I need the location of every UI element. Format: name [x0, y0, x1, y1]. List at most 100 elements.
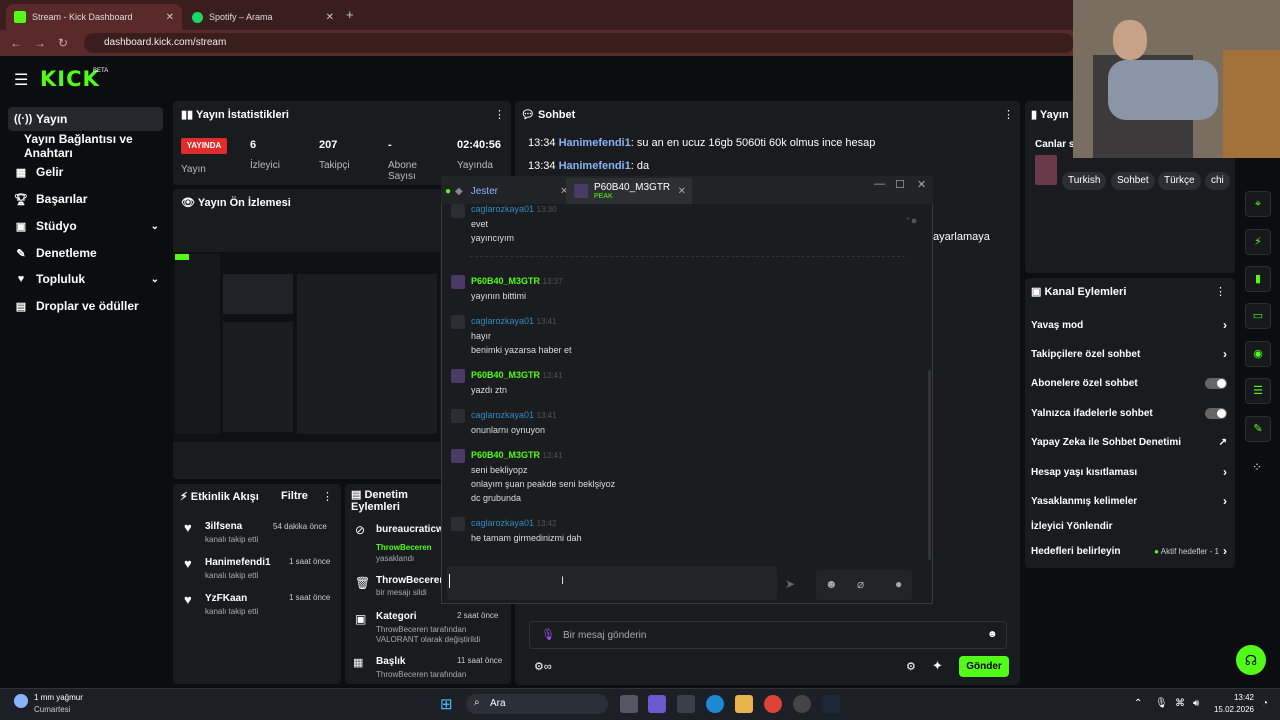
weather-icon[interactable]: [14, 694, 28, 708]
browser-tab-kick[interactable]: Stream - Kick Dashboard ✕: [6, 4, 182, 30]
dock-broadcast-icon[interactable]: ◉: [1245, 341, 1271, 367]
tag-pill[interactable]: chi: [1205, 172, 1230, 190]
mic-icon[interactable]: ●: [895, 577, 902, 591]
mod-item-name[interactable]: ThrowBeceren: [376, 575, 445, 586]
action-goals[interactable]: Hedefleri belirleyin ● Aktif hedefler - 1…: [1031, 543, 1227, 559]
action-banned-words[interactable]: Yasaklanmış kelimeler ›: [1031, 493, 1227, 509]
reload-icon[interactable]: ↻: [58, 36, 68, 50]
action-account-age[interactable]: Hesap yaşı kısıtlaması ›: [1031, 464, 1227, 480]
activity-user[interactable]: YzFKaan: [205, 593, 247, 604]
action-raid[interactable]: İzleyici Yönlendir: [1031, 518, 1227, 534]
emoji-icon[interactable]: ☻: [987, 629, 998, 640]
weather-text[interactable]: 1 mm yağmur: [34, 693, 83, 702]
back-icon[interactable]: ←: [10, 36, 22, 50]
stream-preview-image[interactable]: [173, 252, 440, 442]
nav-yayin[interactable]: ((·)) Yayın: [8, 107, 163, 131]
menu-icon[interactable]: ☰: [14, 70, 28, 90]
mod-item-actor[interactable]: ThrowBeceren: [376, 543, 432, 552]
tag-pill[interactable]: Turkish: [1062, 172, 1107, 190]
more-options-icon[interactable]: ⋮: [494, 108, 505, 121]
activity-user[interactable]: 3ilfsena: [205, 521, 242, 532]
url-field[interactable]: dashboard.kick.com/stream: [84, 33, 1074, 53]
maximize-icon[interactable]: ☐: [895, 178, 905, 191]
toggle-switch[interactable]: [1205, 377, 1227, 389]
notification-icon[interactable]: ◔: [1262, 698, 1268, 709]
dock-icon-3[interactable]: ▮: [1245, 266, 1271, 292]
action-slow-mode[interactable]: Yavaş mod ›: [1031, 317, 1227, 333]
support-button[interactable]: ☊: [1236, 645, 1266, 675]
nav-basarilar[interactable]: 🏆︎ Başarılar: [8, 187, 163, 211]
dock-chat-icon[interactable]: ▭: [1245, 303, 1271, 329]
activity-user[interactable]: Hanimefendi1: [205, 557, 271, 568]
new-tab-icon[interactable]: +: [346, 7, 354, 22]
nav-topluluk[interactable]: ♥ Topluluk ⌄: [8, 267, 163, 291]
popup-msg-user[interactable]: caglarozkaya01 13:41: [471, 316, 557, 326]
emoji-icon[interactable]: ☻: [825, 577, 838, 591]
popup-msg-user[interactable]: P60B40_M3GTR 13:41: [471, 370, 563, 380]
tray-volume-icon[interactable]: 🔊︎: [1193, 698, 1199, 709]
mic-icon[interactable]: 🎙︎: [541, 628, 555, 641]
explorer-icon[interactable]: [735, 695, 753, 713]
more-options-icon[interactable]: ⋮: [1215, 285, 1226, 298]
more-options-icon[interactable]: ⋮: [1003, 108, 1014, 121]
filter-button[interactable]: Filtre: [281, 490, 308, 502]
toggle-switch[interactable]: [1205, 407, 1227, 419]
edge-icon[interactable]: [706, 695, 724, 713]
close-tab-icon[interactable]: ✕: [166, 12, 174, 23]
close-tab-icon[interactable]: ✕: [678, 186, 686, 197]
bot-icon[interactable]: ✦: [932, 658, 943, 674]
popup-scrollbar[interactable]: [928, 370, 931, 560]
forward-icon[interactable]: →: [34, 36, 46, 50]
popup-msg-user[interactable]: P60B40_M3GTR 13:41: [471, 450, 563, 460]
nav-stream-key[interactable]: Yayın Bağlantısı ve Anahtarı: [18, 132, 178, 160]
close-window-icon[interactable]: ✕: [917, 178, 926, 191]
dock-add-icon[interactable]: ⁘: [1252, 460, 1262, 474]
kick-logo[interactable]: KICK: [40, 67, 100, 91]
minimize-icon[interactable]: —: [874, 178, 885, 190]
nav-denetleme[interactable]: ✎ Denetleme: [8, 241, 163, 265]
nav-studyo[interactable]: ▣ Stüdyo ⌄: [8, 214, 163, 238]
popup-tab-jester[interactable]: ● ◆ Jester ✕: [445, 178, 568, 204]
send-button[interactable]: Gönder: [959, 656, 1009, 677]
action-emote-only[interactable]: Yalnızca ifadelerle sohbet: [1031, 405, 1227, 421]
app-icon[interactable]: [793, 695, 811, 713]
popup-msg-user[interactable]: caglarozkaya01 13:42: [471, 518, 557, 528]
chat-settings-icon[interactable]: ⚙︎∞: [534, 660, 552, 673]
taskbar-search[interactable]: Ara: [466, 694, 608, 714]
action-subscribers-only[interactable]: Abonelere özel sohbet: [1031, 375, 1227, 391]
action-ai-moderation[interactable]: Yapay Zeka ile Sohbet Denetimi ↗: [1031, 434, 1227, 450]
taskview-icon[interactable]: [620, 695, 638, 713]
tray-chevron-icon[interactable]: ⌃: [1134, 698, 1142, 709]
add-friend-icon[interactable]: ⁺●: [905, 214, 917, 227]
tag-pill[interactable]: Türkçe: [1158, 172, 1201, 190]
copilot-icon[interactable]: [648, 695, 666, 713]
windows-start-icon[interactable]: ⊞: [440, 695, 453, 713]
browser-tab-spotify[interactable]: Spotify – Arama ✕: [184, 4, 342, 30]
tray-network-icon[interactable]: ⌘: [1175, 698, 1185, 709]
popup-msg-user[interactable]: caglarozkaya01 13:41: [471, 410, 557, 420]
close-tab-icon[interactable]: ✕: [326, 12, 334, 23]
popup-msg-user[interactable]: caglarozkaya01 13:30: [471, 204, 557, 214]
gear-icon[interactable]: ⚙︎: [906, 660, 916, 673]
tag-pill[interactable]: Sohbet: [1111, 172, 1155, 190]
attach-icon[interactable]: ⌀: [857, 577, 864, 591]
nav-gelir[interactable]: ▦ Gelir: [8, 160, 163, 184]
send-arrow-icon[interactable]: ➤: [785, 577, 795, 591]
chat-user[interactable]: Hanimefendi1: [559, 137, 631, 149]
more-options-icon[interactable]: ⋮: [322, 490, 333, 503]
popup-message-input[interactable]: [447, 566, 777, 600]
dock-icon-2[interactable]: ⚡︎: [1245, 229, 1271, 255]
chrome-icon[interactable]: [764, 695, 782, 713]
action-followers-only[interactable]: Takipçilere özel sohbet ›: [1031, 346, 1227, 362]
store-icon[interactable]: [677, 695, 695, 713]
chat-user[interactable]: Hanimefendi1: [559, 160, 631, 172]
dock-wrench-icon[interactable]: ✎: [1245, 416, 1271, 442]
clock-time[interactable]: 13:42: [1212, 693, 1254, 702]
tray-mic-icon[interactable]: 🎙︎: [1155, 698, 1168, 709]
popup-msg-user[interactable]: P60B40_M3GTR 13:37: [471, 276, 563, 286]
popup-tab-p60b40[interactable]: P60B40_M3GTR PEAK ✕: [566, 178, 692, 204]
steam-icon[interactable]: [822, 695, 840, 713]
nav-droplar[interactable]: ▤ Droplar ve ödüller: [8, 294, 163, 318]
dock-icon-1[interactable]: ⌖: [1245, 191, 1271, 217]
dock-list-icon[interactable]: ☰: [1245, 378, 1271, 404]
